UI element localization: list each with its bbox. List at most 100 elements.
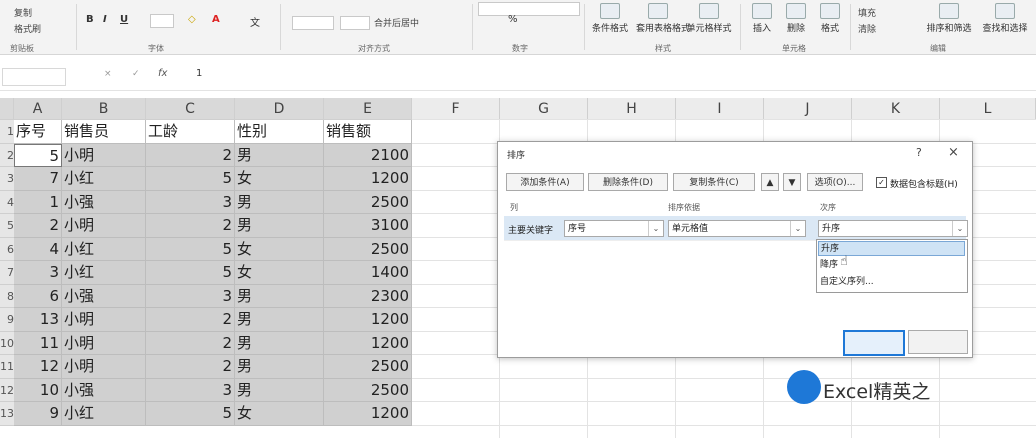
name-box[interactable] <box>2 68 66 86</box>
formula-input[interactable]: 1 <box>196 68 202 79</box>
sort-on-select[interactable]: 单元格值 ⌄ <box>668 220 806 237</box>
table-cell[interactable]: 1200 <box>324 402 412 426</box>
table-cell[interactable]: 男 <box>235 378 324 402</box>
select-all-corner[interactable] <box>0 98 14 120</box>
table-cell[interactable]: 1200 <box>324 331 412 355</box>
table-cell[interactable]: 13 <box>14 308 62 332</box>
table-cell[interactable]: 3 <box>146 378 235 402</box>
row-header[interactable]: 13 <box>0 402 14 426</box>
delete-button[interactable]: 删除 <box>782 3 810 34</box>
table-cell[interactable]: 2 <box>146 331 235 355</box>
column-header-h[interactable]: H <box>588 98 676 120</box>
row-header[interactable]: 5 <box>0 214 14 238</box>
help-icon[interactable]: ? <box>916 146 922 159</box>
table-format-button[interactable]: 套用表格格式 <box>636 3 690 34</box>
clear-button[interactable]: 清除 <box>858 22 876 35</box>
table-cell[interactable]: 2 <box>146 214 235 238</box>
row-header[interactable]: 3 <box>0 167 14 191</box>
indent-buttons[interactable] <box>340 16 370 30</box>
table-cell[interactable]: 小明 <box>62 331 146 355</box>
fill-color-icon[interactable]: ◇ <box>188 14 196 25</box>
table-cell[interactable]: 2 <box>14 214 62 238</box>
table-cell[interactable]: 4 <box>14 237 62 261</box>
percent-button[interactable]: % <box>508 14 518 25</box>
table-cell[interactable]: 2500 <box>324 378 412 402</box>
italic-button[interactable]: I <box>103 14 107 25</box>
cell-header-id[interactable]: 序号 <box>14 120 62 144</box>
row-header[interactable]: 10 <box>0 331 14 355</box>
table-cell[interactable]: 2100 <box>324 143 412 167</box>
conditional-format-button[interactable]: 条件格式 <box>590 3 630 34</box>
fx-icon[interactable]: fx <box>158 68 167 79</box>
table-cell[interactable]: 5 <box>14 143 62 167</box>
add-level-button[interactable]: 添加条件(A) <box>506 173 584 191</box>
row-header[interactable]: 9 <box>0 308 14 332</box>
table-cell[interactable]: 3 <box>14 261 62 285</box>
cell-header-sales[interactable]: 销售额 <box>324 120 412 144</box>
table-cell[interactable]: 5 <box>146 237 235 261</box>
insert-button[interactable]: 插入 <box>748 3 776 34</box>
has-headers-checkbox[interactable]: ✓ <box>876 177 887 188</box>
format-painter-button[interactable]: 格式刷 <box>14 22 41 35</box>
table-cell[interactable]: 2500 <box>324 237 412 261</box>
table-cell[interactable]: 小强 <box>62 190 146 214</box>
bold-button[interactable]: B <box>86 14 94 25</box>
order-option-custom[interactable]: 自定义序列... <box>818 275 965 290</box>
table-cell[interactable]: 11 <box>14 331 62 355</box>
move-down-button[interactable]: ▼ <box>783 173 801 191</box>
table-cell[interactable]: 小明 <box>62 308 146 332</box>
table-cell[interactable]: 小明 <box>62 214 146 238</box>
delete-level-button[interactable]: 删除条件(D) <box>588 173 668 191</box>
sort-filter-button[interactable]: 排序和筛选 <box>924 3 974 34</box>
cell-header-gender[interactable]: 性别 <box>235 120 324 144</box>
order-select[interactable]: 升序 ⌄ <box>818 220 968 237</box>
options-button[interactable]: 选项(O)... <box>807 173 863 191</box>
table-cell[interactable]: 女 <box>235 167 324 191</box>
table-cell[interactable]: 1 <box>14 190 62 214</box>
table-cell[interactable]: 3 <box>146 190 235 214</box>
table-cell[interactable]: 3100 <box>324 214 412 238</box>
column-header-f[interactable]: F <box>412 98 500 120</box>
table-cell[interactable]: 女 <box>235 402 324 426</box>
table-cell[interactable]: 男 <box>235 284 324 308</box>
move-up-button[interactable]: ▲ <box>761 173 779 191</box>
table-cell[interactable]: 3 <box>146 284 235 308</box>
column-header-a[interactable]: A <box>14 98 62 120</box>
border-dropdown[interactable] <box>150 14 174 28</box>
enter-icon[interactable]: ✓ <box>132 69 140 79</box>
table-cell[interactable]: 小红 <box>62 167 146 191</box>
table-cell[interactable]: 2300 <box>324 284 412 308</box>
cell-header-tenure[interactable]: 工龄 <box>146 120 235 144</box>
phonetic-button[interactable]: 文 <box>250 14 260 29</box>
copy-button[interactable]: 复制 <box>14 6 32 19</box>
table-cell[interactable]: 男 <box>235 308 324 332</box>
table-cell[interactable]: 5 <box>146 402 235 426</box>
table-cell[interactable]: 1200 <box>324 167 412 191</box>
table-cell[interactable]: 男 <box>235 190 324 214</box>
cancel-button[interactable] <box>908 330 968 354</box>
table-cell[interactable]: 小明 <box>62 143 146 167</box>
row-header[interactable]: 6 <box>0 237 14 261</box>
sort-key-select[interactable]: 序号 ⌄ <box>564 220 664 237</box>
table-cell[interactable]: 女 <box>235 237 324 261</box>
row-header[interactable]: 7 <box>0 261 14 285</box>
table-cell[interactable]: 男 <box>235 355 324 379</box>
copy-level-button[interactable]: 复制条件(C) <box>673 173 755 191</box>
column-header-c[interactable]: C <box>146 98 235 120</box>
column-header-k[interactable]: K <box>852 98 940 120</box>
fill-button[interactable]: 填充 <box>858 6 876 19</box>
format-button[interactable]: 格式 <box>816 3 844 34</box>
row-header[interactable]: 12 <box>0 378 14 402</box>
row-header[interactable]: 2 <box>0 143 14 167</box>
table-cell[interactable]: 5 <box>146 167 235 191</box>
table-cell[interactable]: 1400 <box>324 261 412 285</box>
table-cell[interactable]: 1200 <box>324 308 412 332</box>
table-cell[interactable]: 6 <box>14 284 62 308</box>
table-cell[interactable]: 小红 <box>62 261 146 285</box>
table-cell[interactable]: 男 <box>235 143 324 167</box>
table-cell[interactable]: 9 <box>14 402 62 426</box>
underline-button[interactable]: U <box>120 14 128 25</box>
column-header-g[interactable]: G <box>500 98 588 120</box>
cell-styles-button[interactable]: 单元格样式 <box>686 3 732 34</box>
cell-header-salesperson[interactable]: 销售员 <box>62 120 146 144</box>
